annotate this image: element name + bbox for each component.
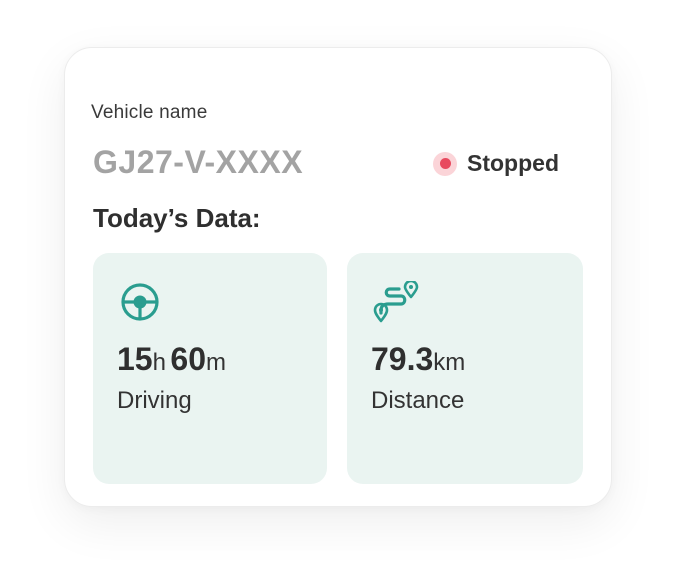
driving-hours: 15 <box>117 341 153 377</box>
distance-tile: 79.3km Distance <box>347 253 583 484</box>
driving-minutes: 60 <box>170 341 206 377</box>
section-title: Today’s Data: <box>93 203 261 233</box>
status-badge: Stopped <box>433 150 559 177</box>
distance-unit: km <box>433 349 466 376</box>
distance-label: Distance <box>371 387 465 414</box>
driving-hours-unit: h <box>152 349 166 376</box>
vehicle-name-label: Vehicle name <box>91 102 208 123</box>
route-icon <box>373 279 419 323</box>
driving-tile: 15h 60m Driving <box>93 253 327 484</box>
steering-wheel-icon <box>119 281 161 323</box>
status-text: Stopped <box>467 150 559 176</box>
distance-number: 79.3 <box>371 341 434 377</box>
distance-value: 79.3km <box>371 341 465 378</box>
status-dot-icon <box>433 151 457 176</box>
vehicle-card: Vehicle name GJ27-V-XXXX Stopped Today’s… <box>64 47 612 507</box>
driving-label: Driving <box>117 387 192 414</box>
driving-time-value: 15h 60m <box>117 341 226 378</box>
driving-minutes-unit: m <box>206 349 226 376</box>
vehicle-plate: GJ27-V-XXXX <box>93 144 304 180</box>
